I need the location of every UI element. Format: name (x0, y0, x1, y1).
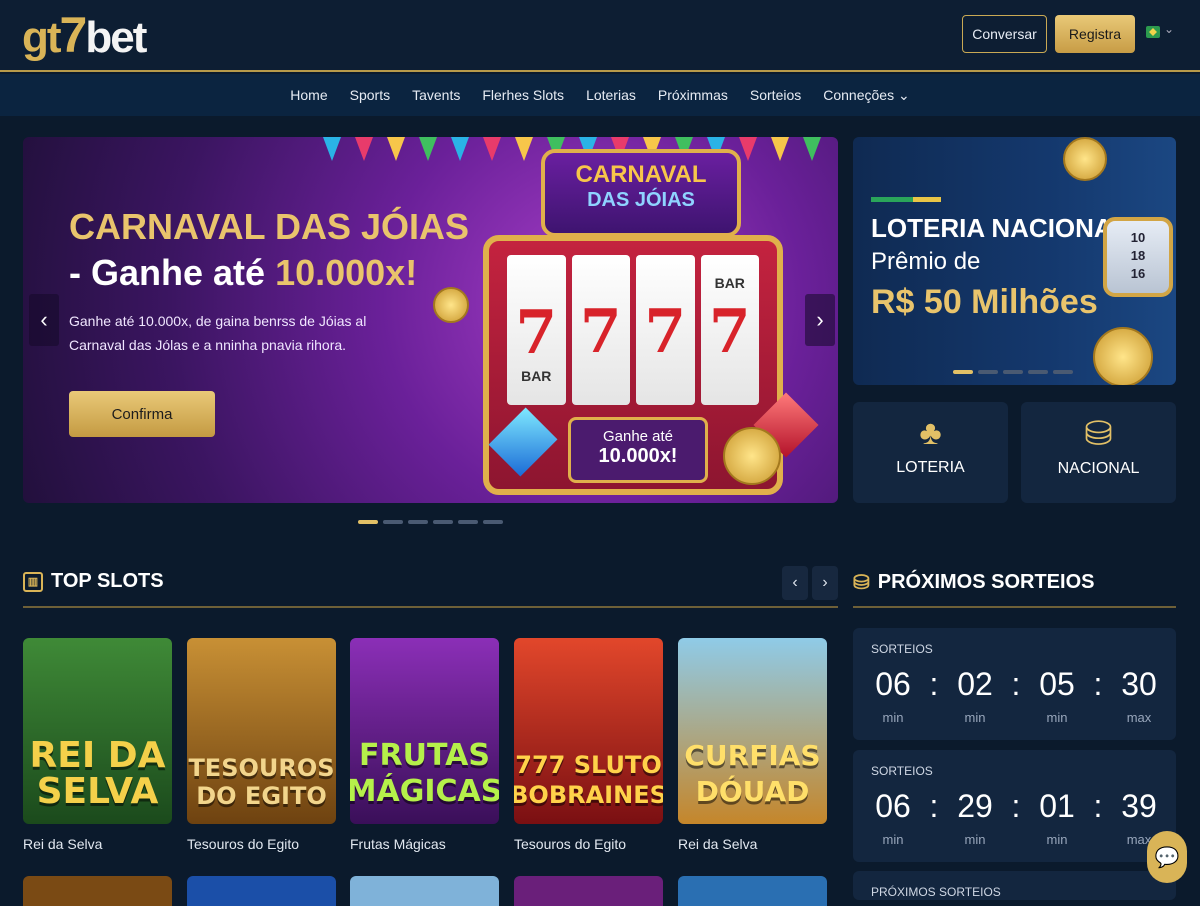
game-card[interactable]: FRUTAS MÁGICAS (350, 638, 499, 824)
hero-prev-arrow[interactable]: ‹ (29, 294, 59, 346)
game-card[interactable] (678, 876, 827, 906)
coin-icon (1093, 327, 1153, 385)
nav-conexoes[interactable]: Conneções ⌄ (823, 87, 909, 104)
top-slots-heading: ▥ TOP SLOTS (23, 570, 164, 593)
slide-dot[interactable] (1028, 370, 1048, 374)
top-header: gt7bet Conversar Registra ⌄ (0, 0, 1200, 72)
coin-icon (433, 287, 469, 323)
tile-label: NACIONAL (1057, 460, 1140, 477)
game-card[interactable]: CURFIAS DÓUAD (678, 638, 827, 824)
lottery-prize: R$ 50 Milhões (871, 283, 1098, 321)
coins-icon: ⛁ (1084, 415, 1113, 453)
brand-logo[interactable]: gt7bet (22, 6, 147, 64)
nav-tavents[interactable]: Tavents (412, 87, 460, 103)
brazil-stripe (871, 197, 941, 202)
game-caption[interactable]: Frutas Mágicas (350, 836, 446, 852)
draw-countdown[interactable]: SORTEIOS 06:29:01:39 min min min max (853, 750, 1176, 862)
hero-subtitle: - Ganhe até 10.000x! (69, 252, 418, 293)
converse-button[interactable]: Conversar (962, 15, 1047, 53)
draw-next[interactable]: PRÓXIMOS SORTEIOS (853, 871, 1176, 900)
game-card[interactable] (350, 876, 499, 906)
nav-home[interactable]: Home (290, 87, 327, 103)
chat-support-button[interactable]: 💬 (1147, 831, 1187, 883)
hero-description: Ganhe até 10.000x, de gaina benrss de Jó… (69, 313, 367, 353)
slide-dot[interactable] (433, 520, 453, 524)
brazil-flag-icon[interactable] (1146, 26, 1160, 38)
coin-icon (1063, 137, 1107, 181)
reel: 7 BAR (507, 255, 566, 405)
game-card[interactable] (187, 876, 336, 906)
coin-icon (723, 427, 781, 485)
slide-dot[interactable] (483, 520, 503, 524)
game-card[interactable] (23, 876, 172, 906)
nav-loterias[interactable]: Loterias (586, 87, 636, 103)
game-caption[interactable]: Rei da Selva (23, 836, 102, 852)
game-caption[interactable]: Tesouros do Egito (514, 836, 626, 852)
coins-icon: ⛁ (853, 572, 870, 594)
draw-countdown[interactable]: SORTEIOS 06:02:05:30 min min min max (853, 628, 1176, 740)
slide-dot[interactable] (358, 520, 378, 524)
slide-dot[interactable] (1053, 370, 1073, 374)
section-divider (23, 606, 838, 608)
slide-dot[interactable] (978, 370, 998, 374)
lottery-pagination (953, 370, 1073, 374)
nav-slots[interactable]: Flerhes Slots (482, 87, 564, 103)
tile-label: LOTERIA (896, 459, 965, 476)
chevron-down-icon[interactable]: ⌄ (1164, 22, 1174, 36)
lottery-banner[interactable]: LOTERIA NACIONAL - Prêmio de R$ 50 Milhõ… (853, 137, 1176, 385)
hero-pagination (358, 520, 503, 524)
lottery-drum-icon: 10 18 16 (1103, 217, 1173, 297)
slots-prev-arrow[interactable]: ‹ (782, 566, 808, 600)
game-card[interactable] (514, 876, 663, 906)
section-divider (853, 606, 1176, 608)
game-card[interactable]: 777 SLUTO BOBRAINES (514, 638, 663, 824)
slide-dot[interactable] (408, 520, 428, 524)
register-button[interactable]: Registra (1055, 15, 1135, 53)
slots-icon: ▥ (23, 571, 43, 592)
draws-heading: ⛁ PRÓXIMOS SORTEIOS (853, 571, 1095, 594)
reel: BAR 7 (700, 255, 759, 405)
game-caption[interactable]: Tesouros do Egito (187, 836, 299, 852)
prize-box: Ganhe até 10.000x! (568, 417, 708, 483)
hero-banner[interactable]: CARNAVAL DAS JÓIAS - Ganhe até 10.000x! … (23, 137, 838, 503)
slots-next-arrow[interactable]: › (812, 566, 838, 600)
clover-icon: ♣ (919, 414, 942, 452)
slide-dot[interactable] (458, 520, 478, 524)
nav-sorteios[interactable]: Sorteios (750, 87, 801, 103)
reel: 7 (636, 255, 695, 405)
hero-cta-button[interactable]: Confirma (69, 391, 215, 437)
main-nav: Home Sports Tavents Flerhes Slots Loteri… (0, 74, 1200, 116)
game-caption[interactable]: Rei da Selva (678, 836, 757, 852)
nav-proximas[interactable]: Próximmas (658, 87, 728, 103)
slide-dot[interactable] (953, 370, 973, 374)
game-card[interactable]: REI DA SELVA (23, 638, 172, 824)
chat-bubble-icon: 💬 (1154, 846, 1180, 869)
hero-title: CARNAVAL DAS JÓIAS (69, 206, 470, 247)
game-card[interactable]: TESOUROS DO EGITO (187, 638, 336, 824)
slot-marquee: CARNAVAL DAS JÓIAS (541, 149, 741, 237)
tile-nacional[interactable]: ⛁ NACIONAL (1021, 402, 1176, 503)
nav-sports[interactable]: Sports (350, 87, 390, 103)
lottery-subtitle: Prêmio de (871, 248, 981, 275)
reel: 7 (571, 255, 630, 405)
slide-dot[interactable] (1003, 370, 1023, 374)
slide-dot[interactable] (383, 520, 403, 524)
hero-next-arrow[interactable]: › (805, 294, 835, 346)
chevron-down-icon: ⌄ (897, 86, 910, 103)
tile-loteria[interactable]: ♣ LOTERIA (853, 402, 1008, 503)
